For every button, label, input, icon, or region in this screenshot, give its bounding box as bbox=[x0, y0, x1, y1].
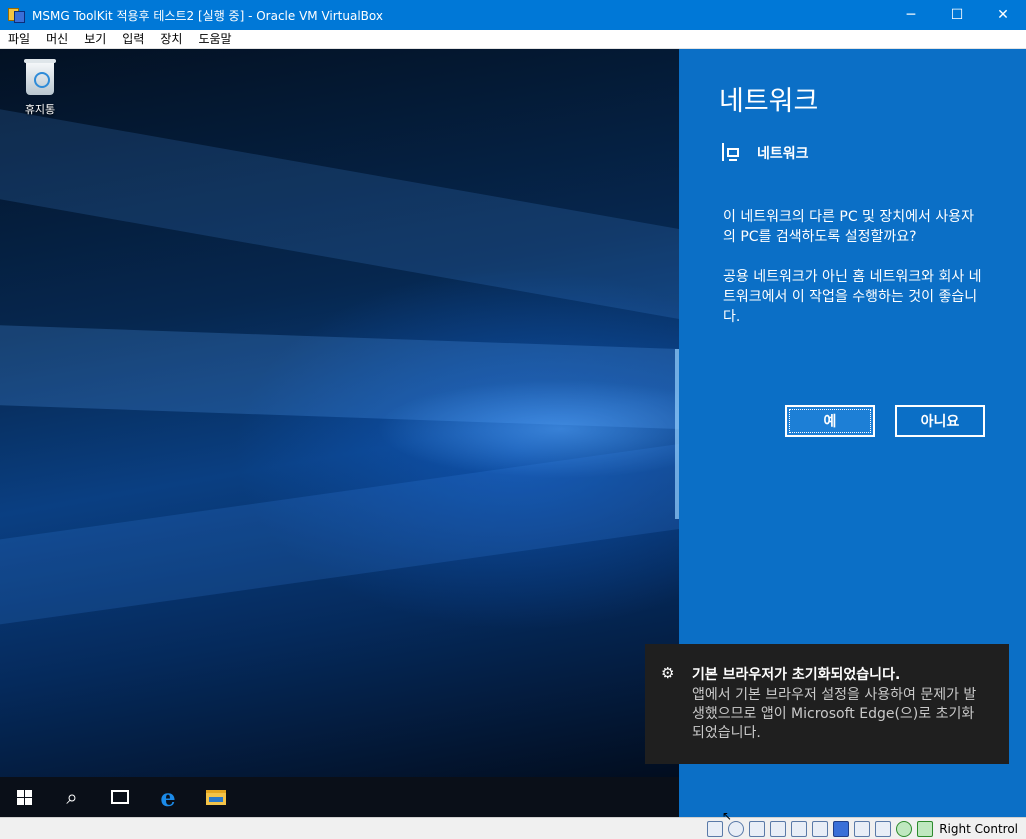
shared-folder-icon[interactable] bbox=[812, 820, 829, 837]
window-title: MSMG ToolKit 적용후 테스트2 [실행 중] - Oracle VM… bbox=[32, 8, 383, 23]
window-title-bar: MSMG ToolKit 적용후 테스트2 [실행 중] - Oracle VM… bbox=[0, 0, 1026, 30]
menu-input[interactable]: 입력 bbox=[114, 30, 152, 49]
menu-machine[interactable]: 머신 bbox=[38, 30, 76, 49]
network-adapter-icon[interactable] bbox=[770, 820, 787, 837]
yes-button[interactable]: 예 bbox=[785, 405, 875, 437]
vm-display[interactable]: 휴지통 ⌕ e 네트워크 네트워크 이 네트워크의 다른 PC 및 장치에서 사… bbox=[0, 49, 1026, 817]
default-browser-reset-notification[interactable]: ⚙ 기본 브라우저가 초기화되었습니다. 앱에서 기본 브라우저 설정을 사용하… bbox=[645, 644, 1009, 764]
network-discovery-advice: 공용 네트워크가 아닌 홈 네트워크와 회사 네트워크에서 이 작업을 수행하는… bbox=[723, 269, 982, 325]
recycle-bin-shortcut[interactable]: 휴지통 bbox=[14, 59, 66, 117]
file-explorer-icon bbox=[206, 789, 226, 805]
recycle-bin-icon-body bbox=[26, 63, 54, 95]
no-button[interactable]: 아니요 bbox=[895, 405, 985, 437]
menu-help[interactable]: 도움말 bbox=[190, 30, 239, 49]
minimize-button[interactable]: ─ bbox=[888, 0, 934, 30]
file-explorer-taskbar-button[interactable] bbox=[192, 777, 240, 817]
edge-taskbar-button[interactable]: e bbox=[144, 777, 192, 817]
recycle-bin-label: 휴지통 bbox=[24, 103, 56, 116]
taskbar: ⌕ e bbox=[0, 777, 679, 817]
task-view-button[interactable] bbox=[96, 777, 144, 817]
task-view-icon bbox=[111, 790, 129, 804]
menu-devices[interactable]: 장치 bbox=[152, 30, 190, 49]
maximize-button[interactable]: ☐ bbox=[934, 0, 980, 30]
desktop[interactable]: 휴지통 bbox=[0, 49, 679, 777]
display-icon[interactable] bbox=[833, 820, 850, 837]
mouse-integration-icon[interactable] bbox=[896, 820, 913, 837]
virtualbox-status-bar: Right Control bbox=[0, 817, 1026, 839]
network-flyout-title: 네트워크 bbox=[719, 86, 819, 117]
mouse-cursor-icon: ↖ bbox=[722, 809, 733, 823]
usb-icon[interactable] bbox=[791, 820, 808, 837]
ethernet-icon bbox=[719, 143, 741, 163]
wallpaper-light-beam bbox=[0, 109, 679, 319]
network-discovery-question: 이 네트워크의 다른 PC 및 장치에서 사용자의 PC를 검색하도록 설정할까… bbox=[723, 209, 974, 245]
search-button[interactable]: ⌕ bbox=[48, 777, 96, 817]
windows-logo-icon bbox=[16, 789, 32, 805]
menu-file[interactable]: 파일 bbox=[0, 30, 38, 49]
notification-body: 앱에서 기본 브라우저 설정을 사용하여 문제가 발생했으므로 앱이 Micro… bbox=[692, 687, 977, 741]
network-entry: 네트워크 bbox=[719, 143, 809, 163]
network-discovery-message: 이 네트워크의 다른 PC 및 장치에서 사용자의 PC를 검색하도록 설정할까… bbox=[723, 207, 983, 347]
search-icon: ⌕ bbox=[66, 785, 78, 809]
hard-disk-icon[interactable] bbox=[707, 820, 724, 837]
wallpaper-light-beam bbox=[0, 325, 679, 429]
edge-icon: e bbox=[160, 782, 176, 812]
network-name: 네트워크 bbox=[757, 146, 809, 162]
menu-view[interactable]: 보기 bbox=[76, 30, 114, 49]
video-capture-icon[interactable] bbox=[854, 820, 871, 837]
gear-icon: ⚙ bbox=[661, 664, 675, 682]
menu-bar: 파일 머신 보기 입력 장치 도움말 bbox=[0, 30, 1026, 49]
wallpaper-light-beam bbox=[0, 444, 679, 625]
virtualbox-app-icon bbox=[8, 6, 26, 24]
close-button[interactable]: ✕ bbox=[980, 0, 1026, 30]
recording-icon[interactable] bbox=[875, 820, 892, 837]
keyboard-capture-icon[interactable] bbox=[917, 820, 934, 837]
audio-icon[interactable] bbox=[749, 820, 766, 837]
start-button[interactable] bbox=[0, 777, 48, 817]
notification-title: 기본 브라우저가 초기화되었습니다. bbox=[692, 667, 901, 683]
host-key-label: Right Control bbox=[939, 821, 1018, 836]
